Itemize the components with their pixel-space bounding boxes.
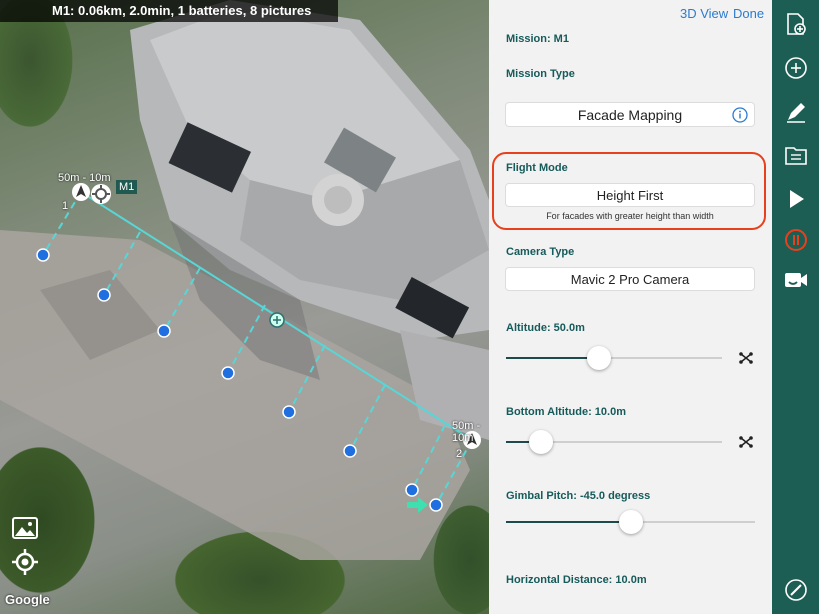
flight-mode-label: Flight Mode (506, 162, 568, 174)
mission-tag[interactable]: M1 (116, 180, 138, 194)
drone-icon (739, 352, 753, 364)
gimbal-pitch-label: Gimbal Pitch: -45.0 degress (506, 490, 651, 502)
slider-thumb[interactable] (529, 430, 553, 454)
mission-settings-panel: 3D View Done Mission: M1 Mission Type Fa… (489, 0, 772, 614)
waypoint-2-number: 2 (456, 448, 463, 460)
new-document-icon[interactable] (784, 12, 808, 36)
info-icon[interactable] (732, 107, 748, 123)
waypoint-settings-gear-icon[interactable] (90, 183, 112, 205)
done-button[interactable]: Done (733, 6, 764, 21)
add-icon[interactable] (784, 56, 808, 80)
camera-type-label: Camera Type (506, 246, 575, 258)
flight-mode-selector[interactable]: Height First (505, 183, 755, 207)
folder-icon[interactable] (784, 143, 808, 167)
mission-name: Mission: M1 (506, 33, 569, 45)
gimbal-pitch-slider[interactable] (506, 509, 755, 535)
altitude-label: Altitude: 50.0m (506, 322, 585, 334)
mission-type-value: Facade Mapping (577, 107, 683, 123)
right-toolbar (772, 0, 819, 614)
image-layer-icon[interactable] (11, 514, 39, 542)
3d-view-button[interactable]: 3D View (680, 6, 728, 21)
map-view[interactable]: M1: 0.06km, 2.0min, 1 batteries, 8 pictu… (0, 0, 489, 614)
bottom-altitude-label: Bottom Altitude: 10.0m (506, 406, 626, 418)
locate-icon[interactable] (11, 548, 39, 576)
slider-thumb[interactable] (587, 346, 611, 370)
drone-icon (739, 436, 753, 448)
google-logo: Google (5, 592, 50, 607)
mission-type-selector[interactable]: Facade Mapping (505, 102, 755, 127)
altitude-slider[interactable] (506, 345, 722, 371)
flight-mode-hint: For facades with greater height than wid… (546, 211, 714, 221)
stop-icon[interactable] (784, 228, 808, 252)
flight-mode-value: Height First (596, 188, 664, 203)
mission-type-label: Mission Type (506, 68, 575, 80)
camera-type-selector[interactable]: Mavic 2 Pro Camera (505, 267, 755, 291)
compass-icon[interactable] (784, 578, 808, 602)
map-imagery (0, 0, 489, 560)
camera-type-value: Mavic 2 Pro Camera (570, 272, 690, 287)
mission-summary: M1: 0.06km, 2.0min, 1 batteries, 8 pictu… (0, 0, 338, 22)
video-camera-icon[interactable] (784, 268, 808, 292)
horizontal-distance-label: Horizontal Distance: 10.0m (506, 574, 647, 586)
bottom-altitude-slider[interactable] (506, 429, 722, 455)
waypoint-1-number: 1 (62, 200, 69, 212)
edit-icon[interactable] (784, 100, 808, 124)
slider-thumb[interactable] (619, 510, 643, 534)
waypoint-2-altitude-label: 50m - 10m (452, 420, 481, 444)
play-icon[interactable] (784, 187, 808, 211)
